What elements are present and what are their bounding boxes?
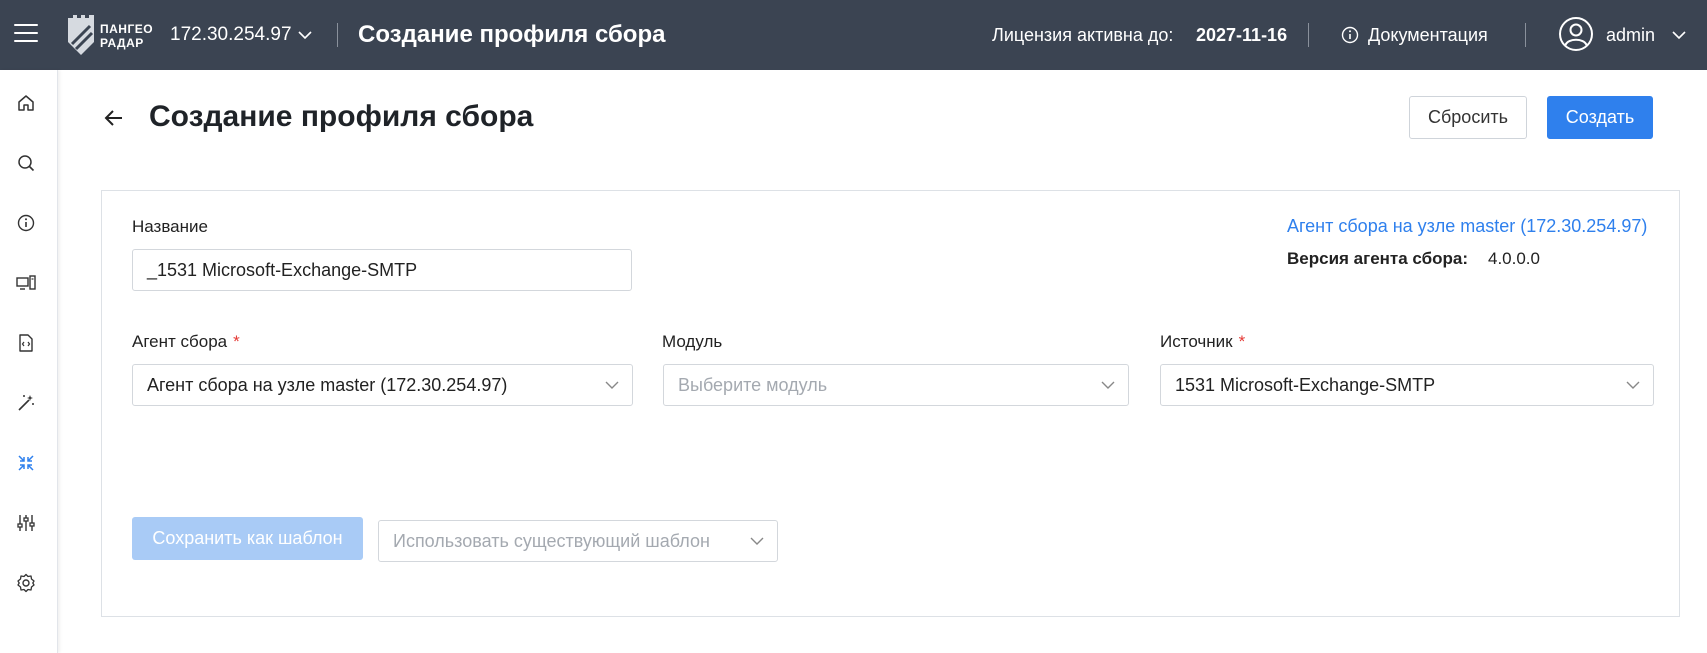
reset-button[interactable]: Сбросить bbox=[1409, 96, 1527, 139]
user-name[interactable]: admin bbox=[1606, 23, 1655, 47]
hamburger-menu-icon[interactable] bbox=[14, 24, 38, 46]
chevron-down-icon bbox=[1101, 381, 1115, 389]
create-button[interactable]: Создать bbox=[1547, 96, 1653, 139]
chevron-down-icon[interactable] bbox=[296, 26, 314, 44]
source-select[interactable]: 1531 Microsoft-Exchange-SMTP bbox=[1160, 364, 1654, 406]
agent-link[interactable]: Агент сбора на узле master (172.30.254.9… bbox=[1287, 214, 1647, 238]
save-as-template-button[interactable]: Сохранить как шаблон bbox=[132, 517, 363, 560]
chevron-down-icon bbox=[750, 537, 764, 545]
host-selector[interactable]: 172.30.254.97 bbox=[170, 22, 292, 48]
source-label: Источник * bbox=[1160, 331, 1245, 353]
license-date: 2027-11-16 bbox=[1196, 25, 1288, 45]
code-file-icon[interactable] bbox=[15, 332, 37, 354]
collapse-arrows-icon[interactable] bbox=[15, 452, 37, 474]
divider bbox=[337, 23, 338, 47]
home-icon[interactable] bbox=[15, 92, 37, 114]
chevron-down-icon bbox=[1626, 381, 1640, 389]
license-label: Лицензия активна до: bbox=[992, 25, 1174, 45]
chevron-down-icon bbox=[605, 381, 619, 389]
documentation-link[interactable]: Документация bbox=[1368, 23, 1488, 47]
logo[interactable]: ПАНГЕО РАДАР bbox=[66, 14, 156, 56]
agent-version-label: Версия агента сбора: bbox=[1287, 249, 1469, 268]
gear-icon[interactable] bbox=[15, 572, 37, 594]
shield-logo-icon bbox=[68, 15, 94, 55]
agent-select-value: Агент сбора на узле master (172.30.254.9… bbox=[147, 375, 508, 395]
use-template-placeholder: Использовать существующий шаблон bbox=[393, 531, 710, 551]
sliders-icon[interactable] bbox=[15, 512, 37, 534]
name-input[interactable]: _1531 Microsoft-Exchange-SMTP bbox=[132, 249, 632, 291]
magic-wand-icon[interactable] bbox=[15, 392, 37, 414]
chevron-down-icon[interactable] bbox=[1670, 26, 1688, 44]
logo-line-1: ПАНГЕО bbox=[100, 22, 154, 36]
page-title: Создание профиля сбора bbox=[149, 100, 534, 133]
agent-label: Агент сбора * bbox=[132, 331, 240, 353]
logo-line-2: РАДАР bbox=[100, 36, 144, 50]
top-bar: ПАНГЕО РАДАР 172.30.254.97 Создание проф… bbox=[0, 0, 1707, 70]
devices-icon[interactable] bbox=[15, 272, 37, 294]
agent-select[interactable]: Агент сбора на узле master (172.30.254.9… bbox=[132, 364, 633, 406]
name-label: Название bbox=[132, 217, 208, 236]
agent-version-value: 4.0.0.0 bbox=[1488, 249, 1540, 268]
source-select-value: 1531 Microsoft-Exchange-SMTP bbox=[1175, 375, 1436, 395]
required-mark: * bbox=[233, 332, 240, 351]
use-template-select[interactable]: Использовать существующий шаблон bbox=[378, 520, 778, 562]
module-label: Модуль bbox=[662, 332, 723, 351]
source-label-text: Источник bbox=[1160, 332, 1233, 351]
info-circle-icon[interactable] bbox=[1340, 25, 1360, 45]
topbar-title: Создание профиля сбора bbox=[358, 21, 666, 48]
sidebar bbox=[0, 70, 58, 653]
back-arrow-icon[interactable] bbox=[102, 106, 126, 130]
module-select[interactable]: Выберите модуль bbox=[663, 364, 1129, 406]
module-select-placeholder: Выберите модуль bbox=[678, 375, 828, 395]
agent-label-text: Агент сбора bbox=[132, 332, 228, 351]
user-avatar-icon[interactable] bbox=[1558, 16, 1594, 52]
divider bbox=[1308, 23, 1309, 47]
logo-text: ПАНГЕО РАДАР bbox=[100, 22, 153, 50]
required-mark: * bbox=[1238, 332, 1246, 351]
search-icon[interactable] bbox=[15, 152, 37, 174]
divider bbox=[1525, 23, 1526, 47]
info-icon[interactable] bbox=[15, 212, 37, 234]
